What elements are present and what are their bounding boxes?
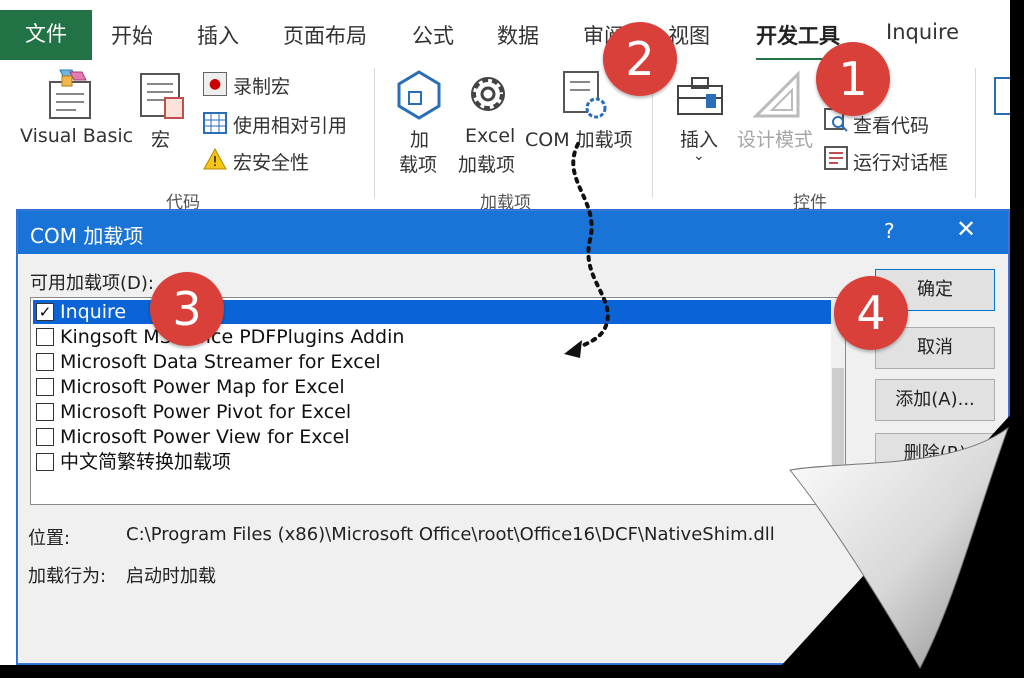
step-marker-3: 3 — [150, 272, 224, 346]
checkbox[interactable] — [36, 428, 54, 446]
addins-button-line2[interactable]: 载项 — [399, 150, 437, 177]
available-addins-label: 可用加载项(D): — [30, 273, 154, 294]
chevron-down-icon: ⌄ — [693, 148, 705, 164]
relative-references-icon — [203, 112, 227, 134]
checkbox[interactable]: ✓ — [36, 303, 54, 321]
toolbox-icon — [677, 77, 723, 115]
page-curl-decoration — [770, 400, 1024, 678]
addins-hexagon-icon — [397, 70, 441, 120]
dialog-title: COM 加载项 — [30, 224, 144, 248]
tab-page-layout[interactable]: 页面布局 — [283, 20, 367, 50]
design-mode-icon — [752, 70, 800, 118]
tab-home[interactable]: 开始 — [111, 20, 153, 50]
list-item[interactable]: 中文简繁转换加载项 — [33, 450, 831, 474]
excel-addins-button-line1[interactable]: Excel — [465, 125, 515, 147]
list-item[interactable]: Microsoft Power Pivot for Excel — [33, 400, 831, 424]
checkbox[interactable] — [36, 353, 54, 371]
gear-icon — [471, 77, 505, 111]
record-macro-icon: ● — [203, 72, 227, 96]
macros-icon — [140, 73, 184, 119]
view-code-button[interactable]: 查看代码 — [853, 111, 929, 138]
visual-basic-button[interactable]: Visual Basic — [20, 125, 133, 147]
location-label: 位置: — [28, 528, 71, 549]
step-marker-4: 4 — [834, 276, 908, 350]
tab-insert[interactable]: 插入 — [197, 20, 239, 50]
use-relative-references-button[interactable]: 使用相对引用 — [233, 111, 347, 138]
macros-button[interactable]: 宏 — [151, 125, 170, 152]
list-item[interactable]: Kingsoft MS Office PDFPlugins Addin — [33, 325, 831, 349]
annotation-arrow-icon — [564, 142, 610, 358]
help-button[interactable]: ? — [884, 219, 895, 243]
checkbox[interactable] — [36, 378, 54, 396]
com-addins-icon — [563, 71, 607, 119]
addins-button-line1[interactable]: 加 — [410, 125, 429, 152]
list-item[interactable]: Microsoft Data Streamer for Excel — [33, 350, 831, 374]
checkbox[interactable] — [36, 453, 54, 471]
step-marker-2: 2 — [603, 22, 677, 96]
visual-basic-icon — [49, 69, 91, 119]
design-mode-button[interactable]: 设计模式 — [737, 125, 813, 152]
step-marker-1: 1 — [816, 42, 890, 116]
load-behavior-label: 加载行为: — [28, 566, 107, 587]
screenshot-stage: 文件 开始 插入 页面布局 公式 数据 审阅 视图 开发工具 Inquire V… — [0, 0, 1024, 678]
list-item[interactable]: Microsoft Power View for Excel — [33, 425, 831, 449]
location-value: C:\Program Files (x86)\Microsoft Office\… — [126, 524, 775, 545]
run-dialog-button[interactable]: 运行对话框 — [853, 148, 948, 175]
tab-formulas[interactable]: 公式 — [412, 20, 454, 50]
macro-security-button[interactable]: 宏安全性 — [233, 148, 309, 175]
checkbox[interactable] — [36, 328, 54, 346]
load-behavior-value: 启动时加载 — [126, 566, 216, 587]
group-separator — [374, 68, 375, 198]
list-item[interactable]: Microsoft Power Map for Excel — [33, 375, 831, 399]
excel-addins-button-line2[interactable]: 加载项 — [458, 150, 515, 177]
tab-developer[interactable]: 开发工具 — [756, 20, 840, 50]
addins-listbox[interactable]: ✓ Inquire Kingsoft MS Office PDFPlugins … — [30, 297, 846, 505]
group-separator — [975, 68, 976, 198]
xml-source-icon — [994, 77, 1010, 115]
dialog-title-bar: COM 加载项 ? ✕ — [18, 211, 1008, 254]
close-icon[interactable]: ✕ — [956, 215, 976, 243]
warning-icon: ! — [203, 148, 227, 170]
record-macro-button[interactable]: 录制宏 — [233, 72, 290, 99]
tab-inquire[interactable]: Inquire — [886, 20, 959, 44]
checkbox[interactable] — [36, 403, 54, 421]
svg-text:!: ! — [212, 155, 217, 170]
run-dialog-icon — [824, 146, 848, 170]
tab-data[interactable]: 数据 — [497, 20, 539, 50]
tab-file[interactable]: 文件 — [0, 10, 92, 60]
